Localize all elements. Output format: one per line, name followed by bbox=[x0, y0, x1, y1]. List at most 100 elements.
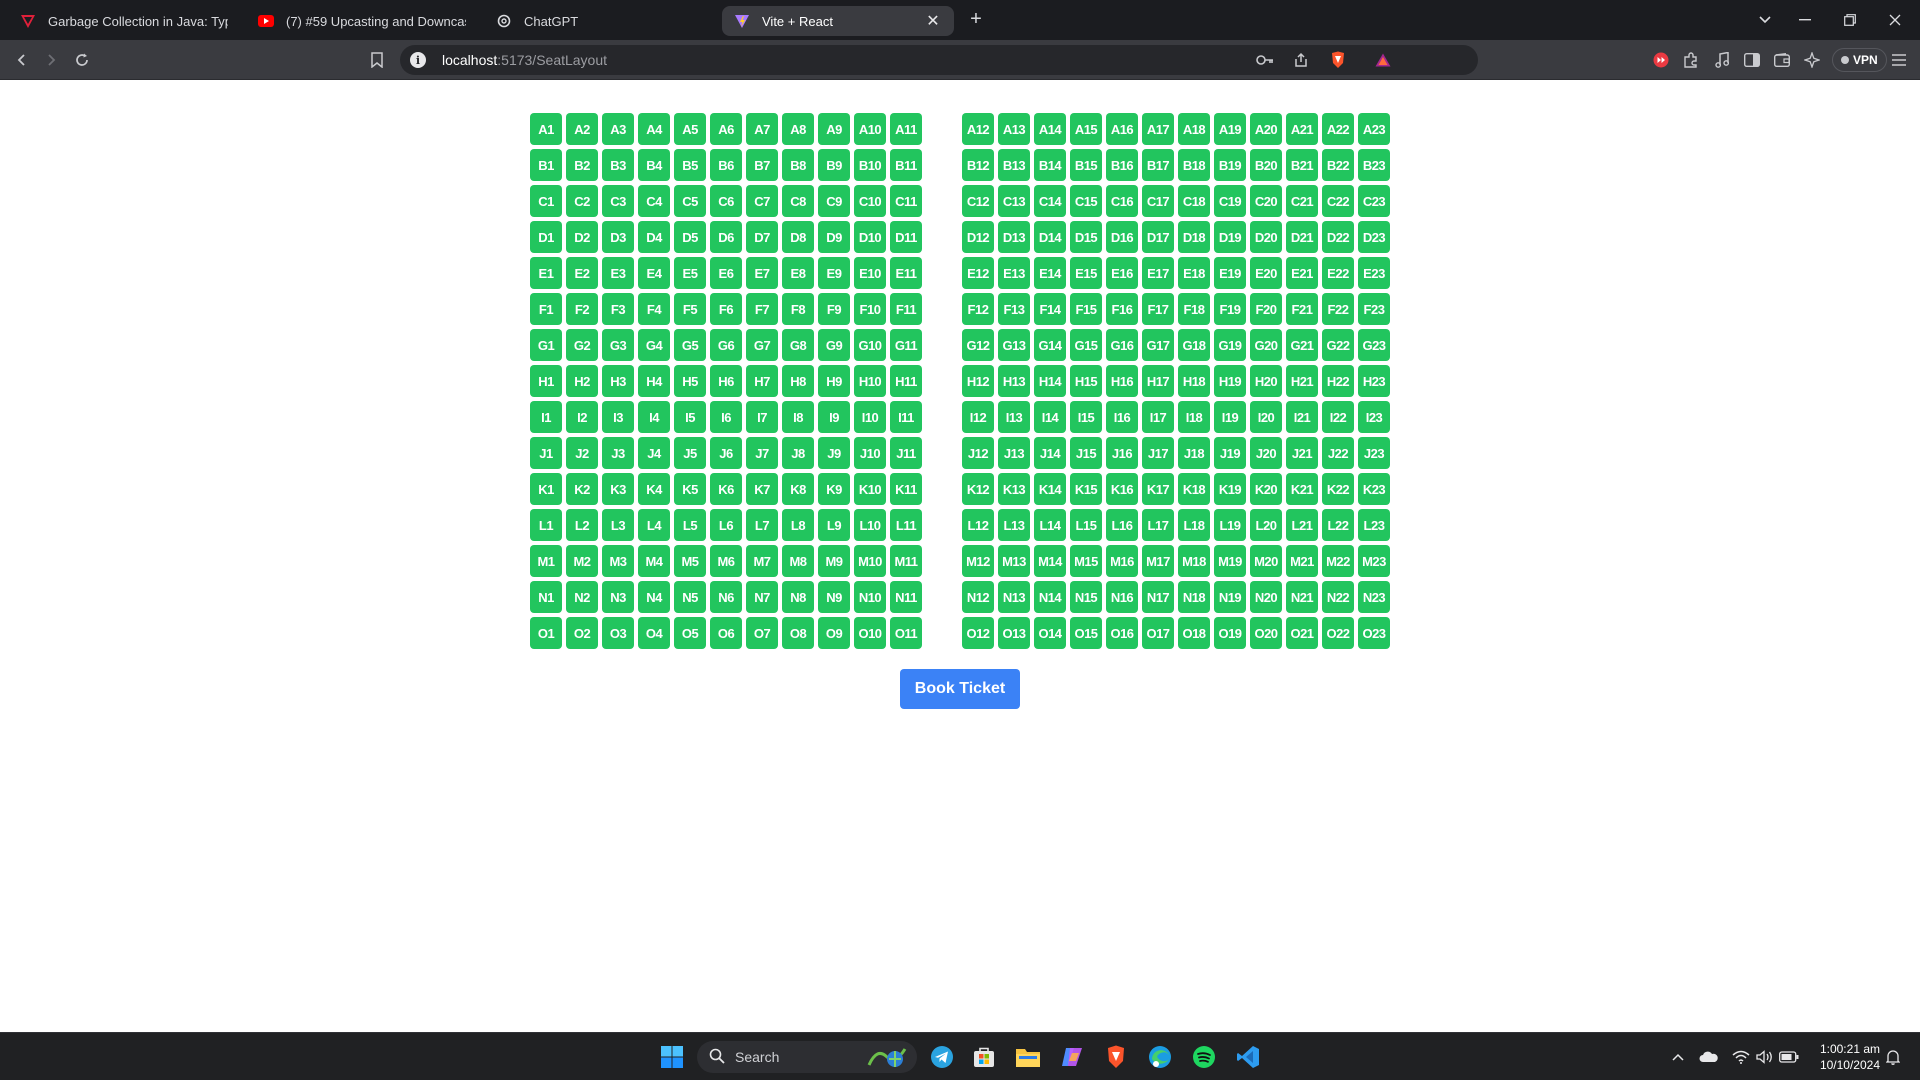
seat-G8[interactable]: G8 bbox=[782, 329, 814, 361]
seat-N2[interactable]: N2 bbox=[566, 581, 598, 613]
seat-C5[interactable]: C5 bbox=[674, 185, 706, 217]
seat-J11[interactable]: J11 bbox=[890, 437, 922, 469]
seat-B18[interactable]: B18 bbox=[1178, 149, 1210, 181]
seat-I22[interactable]: I22 bbox=[1322, 401, 1354, 433]
seat-K2[interactable]: K2 bbox=[566, 473, 598, 505]
seat-L15[interactable]: L15 bbox=[1070, 509, 1102, 541]
seat-O7[interactable]: O7 bbox=[746, 617, 778, 649]
forward-arrow-icon[interactable] bbox=[38, 48, 64, 72]
seat-D18[interactable]: D18 bbox=[1178, 221, 1210, 253]
seat-M15[interactable]: M15 bbox=[1070, 545, 1102, 577]
seat-E13[interactable]: E13 bbox=[998, 257, 1030, 289]
seat-D14[interactable]: D14 bbox=[1034, 221, 1066, 253]
seat-M14[interactable]: M14 bbox=[1034, 545, 1066, 577]
seat-K4[interactable]: K4 bbox=[638, 473, 670, 505]
seat-M17[interactable]: M17 bbox=[1142, 545, 1174, 577]
seat-B14[interactable]: B14 bbox=[1034, 149, 1066, 181]
seat-K5[interactable]: K5 bbox=[674, 473, 706, 505]
seat-A14[interactable]: A14 bbox=[1034, 113, 1066, 145]
seat-A18[interactable]: A18 bbox=[1178, 113, 1210, 145]
password-key-icon[interactable] bbox=[1254, 45, 1276, 75]
seat-B6[interactable]: B6 bbox=[710, 149, 742, 181]
seat-A19[interactable]: A19 bbox=[1214, 113, 1246, 145]
seat-C15[interactable]: C15 bbox=[1070, 185, 1102, 217]
seat-G15[interactable]: G15 bbox=[1070, 329, 1102, 361]
seat-F20[interactable]: F20 bbox=[1250, 293, 1282, 325]
seat-F10[interactable]: F10 bbox=[854, 293, 886, 325]
seat-K8[interactable]: K8 bbox=[782, 473, 814, 505]
bookmark-icon[interactable] bbox=[364, 48, 390, 72]
spotify-icon[interactable] bbox=[1190, 1043, 1218, 1071]
seat-A12[interactable]: A12 bbox=[962, 113, 994, 145]
seat-G9[interactable]: G9 bbox=[818, 329, 850, 361]
tab-garbage-collection[interactable]: Garbage Collection in Java: Types, H bbox=[8, 6, 240, 36]
system-clock[interactable]: 1:00:21 am 10/10/2024 bbox=[1808, 1041, 1880, 1073]
seat-H20[interactable]: H20 bbox=[1250, 365, 1282, 397]
seat-F6[interactable]: F6 bbox=[710, 293, 742, 325]
seat-G3[interactable]: G3 bbox=[602, 329, 634, 361]
seat-B17[interactable]: B17 bbox=[1142, 149, 1174, 181]
seat-G4[interactable]: G4 bbox=[638, 329, 670, 361]
seat-E17[interactable]: E17 bbox=[1142, 257, 1174, 289]
seat-C21[interactable]: C21 bbox=[1286, 185, 1318, 217]
wifi-icon[interactable] bbox=[1730, 1047, 1752, 1067]
seat-I19[interactable]: I19 bbox=[1214, 401, 1246, 433]
seat-D21[interactable]: D21 bbox=[1286, 221, 1318, 253]
seat-N3[interactable]: N3 bbox=[602, 581, 634, 613]
seat-O19[interactable]: O19 bbox=[1214, 617, 1246, 649]
seat-O22[interactable]: O22 bbox=[1322, 617, 1354, 649]
seat-F1[interactable]: F1 bbox=[530, 293, 562, 325]
seat-G18[interactable]: G18 bbox=[1178, 329, 1210, 361]
seat-A1[interactable]: A1 bbox=[530, 113, 562, 145]
seat-O13[interactable]: O13 bbox=[998, 617, 1030, 649]
onedrive-cloud-icon[interactable] bbox=[1698, 1047, 1720, 1067]
seat-H12[interactable]: H12 bbox=[962, 365, 994, 397]
seat-L14[interactable]: L14 bbox=[1034, 509, 1066, 541]
seat-G21[interactable]: G21 bbox=[1286, 329, 1318, 361]
seat-N19[interactable]: N19 bbox=[1214, 581, 1246, 613]
seat-M1[interactable]: M1 bbox=[530, 545, 562, 577]
seat-C19[interactable]: C19 bbox=[1214, 185, 1246, 217]
seat-D1[interactable]: D1 bbox=[530, 221, 562, 253]
seat-I12[interactable]: I12 bbox=[962, 401, 994, 433]
seat-C8[interactable]: C8 bbox=[782, 185, 814, 217]
seat-J12[interactable]: J12 bbox=[962, 437, 994, 469]
seat-C13[interactable]: C13 bbox=[998, 185, 1030, 217]
new-tab-button[interactable]: + bbox=[965, 8, 987, 30]
seat-D19[interactable]: D19 bbox=[1214, 221, 1246, 253]
seat-J2[interactable]: J2 bbox=[566, 437, 598, 469]
seat-H8[interactable]: H8 bbox=[782, 365, 814, 397]
seat-D3[interactable]: D3 bbox=[602, 221, 634, 253]
seat-C16[interactable]: C16 bbox=[1106, 185, 1138, 217]
seat-N4[interactable]: N4 bbox=[638, 581, 670, 613]
seat-G14[interactable]: G14 bbox=[1034, 329, 1066, 361]
seat-L13[interactable]: L13 bbox=[998, 509, 1030, 541]
seat-K22[interactable]: K22 bbox=[1322, 473, 1354, 505]
seat-B4[interactable]: B4 bbox=[638, 149, 670, 181]
seat-H21[interactable]: H21 bbox=[1286, 365, 1318, 397]
seat-C9[interactable]: C9 bbox=[818, 185, 850, 217]
seat-J23[interactable]: J23 bbox=[1358, 437, 1390, 469]
seat-E20[interactable]: E20 bbox=[1250, 257, 1282, 289]
seat-N6[interactable]: N6 bbox=[710, 581, 742, 613]
seat-G23[interactable]: G23 bbox=[1358, 329, 1390, 361]
seat-O3[interactable]: O3 bbox=[602, 617, 634, 649]
seat-H15[interactable]: H15 bbox=[1070, 365, 1102, 397]
seat-L6[interactable]: L6 bbox=[710, 509, 742, 541]
seat-B8[interactable]: B8 bbox=[782, 149, 814, 181]
brave-rewards-icon[interactable] bbox=[1372, 45, 1394, 75]
seat-I1[interactable]: I1 bbox=[530, 401, 562, 433]
seat-O5[interactable]: O5 bbox=[674, 617, 706, 649]
seat-M3[interactable]: M3 bbox=[602, 545, 634, 577]
seat-D8[interactable]: D8 bbox=[782, 221, 814, 253]
seat-A6[interactable]: A6 bbox=[710, 113, 742, 145]
seat-L18[interactable]: L18 bbox=[1178, 509, 1210, 541]
seat-E8[interactable]: E8 bbox=[782, 257, 814, 289]
seat-I3[interactable]: I3 bbox=[602, 401, 634, 433]
seat-H22[interactable]: H22 bbox=[1322, 365, 1354, 397]
seat-L2[interactable]: L2 bbox=[566, 509, 598, 541]
tab-search-chevron-icon[interactable] bbox=[1745, 6, 1785, 34]
extensions-puzzle-icon[interactable] bbox=[1678, 48, 1704, 72]
vpn-button[interactable]: VPN bbox=[1832, 48, 1887, 72]
seat-K10[interactable]: K10 bbox=[854, 473, 886, 505]
